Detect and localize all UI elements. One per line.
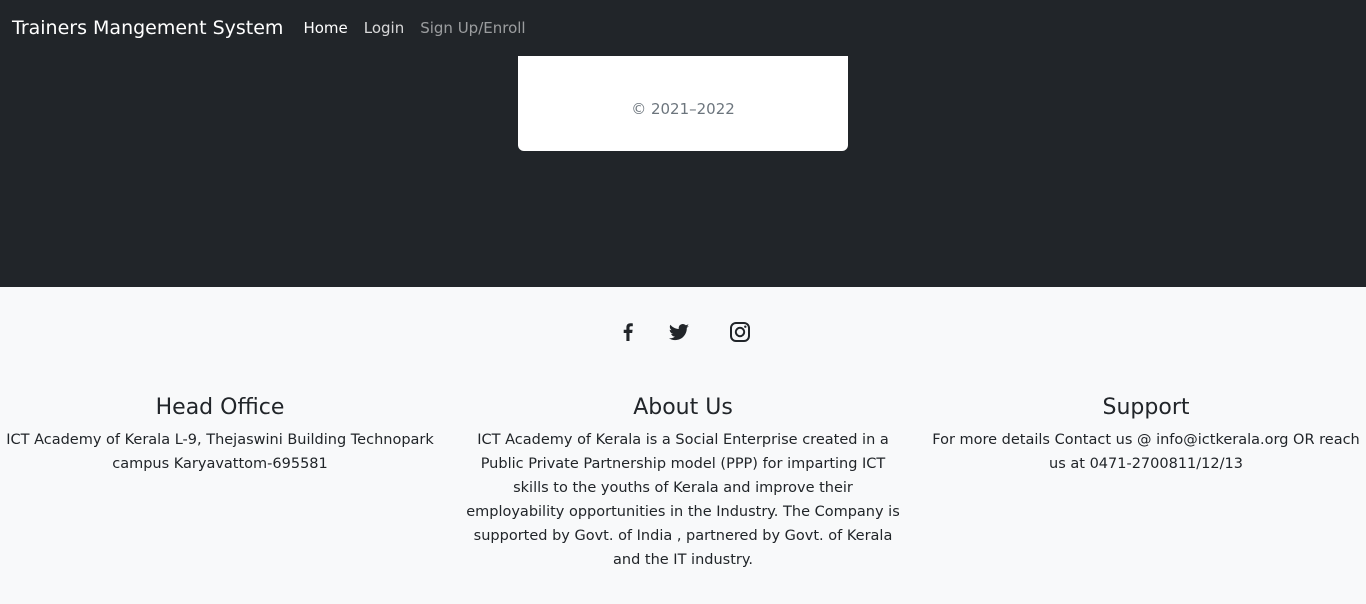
facebook-icon[interactable]: [616, 320, 640, 344]
head-office-title: Head Office: [155, 395, 285, 420]
navbar: Trainers Mangement System Home Login Sig…: [0, 0, 1366, 56]
support-text: For more details Contact us @ info@ictke…: [932, 432, 1360, 472]
twitter-icon[interactable]: [667, 320, 691, 344]
head-office-text: ICT Academy of Kerala L-9, Thejaswini Bu…: [6, 432, 434, 472]
support-section: Support For more details Contact us @ in…: [926, 392, 1366, 476]
head-office-section: Head Office ICT Academy of Kerala L-9, T…: [6, 392, 434, 476]
copyright-text: © 2021–2022: [631, 99, 735, 118]
support-title: Support: [1102, 395, 1190, 420]
about-us-title: About Us: [633, 395, 733, 420]
social-links: [0, 320, 1366, 344]
nav-link-login[interactable]: Login: [356, 19, 412, 37]
nav-link-home[interactable]: Home: [295, 19, 355, 37]
about-us-text: ICT Academy of Kerala is a Social Enterp…: [466, 432, 900, 568]
hero-section: Trainers Mangement System Home Login Sig…: [0, 0, 1366, 287]
instagram-icon[interactable]: [728, 320, 752, 344]
nav-link-signup[interactable]: Sign Up/Enroll: [412, 19, 533, 37]
about-us-section: About Us ICT Academy of Kerala is a Soci…: [464, 392, 902, 572]
copyright-card: © 2021–2022: [518, 56, 848, 151]
navbar-brand[interactable]: Trainers Mangement System: [12, 17, 283, 39]
